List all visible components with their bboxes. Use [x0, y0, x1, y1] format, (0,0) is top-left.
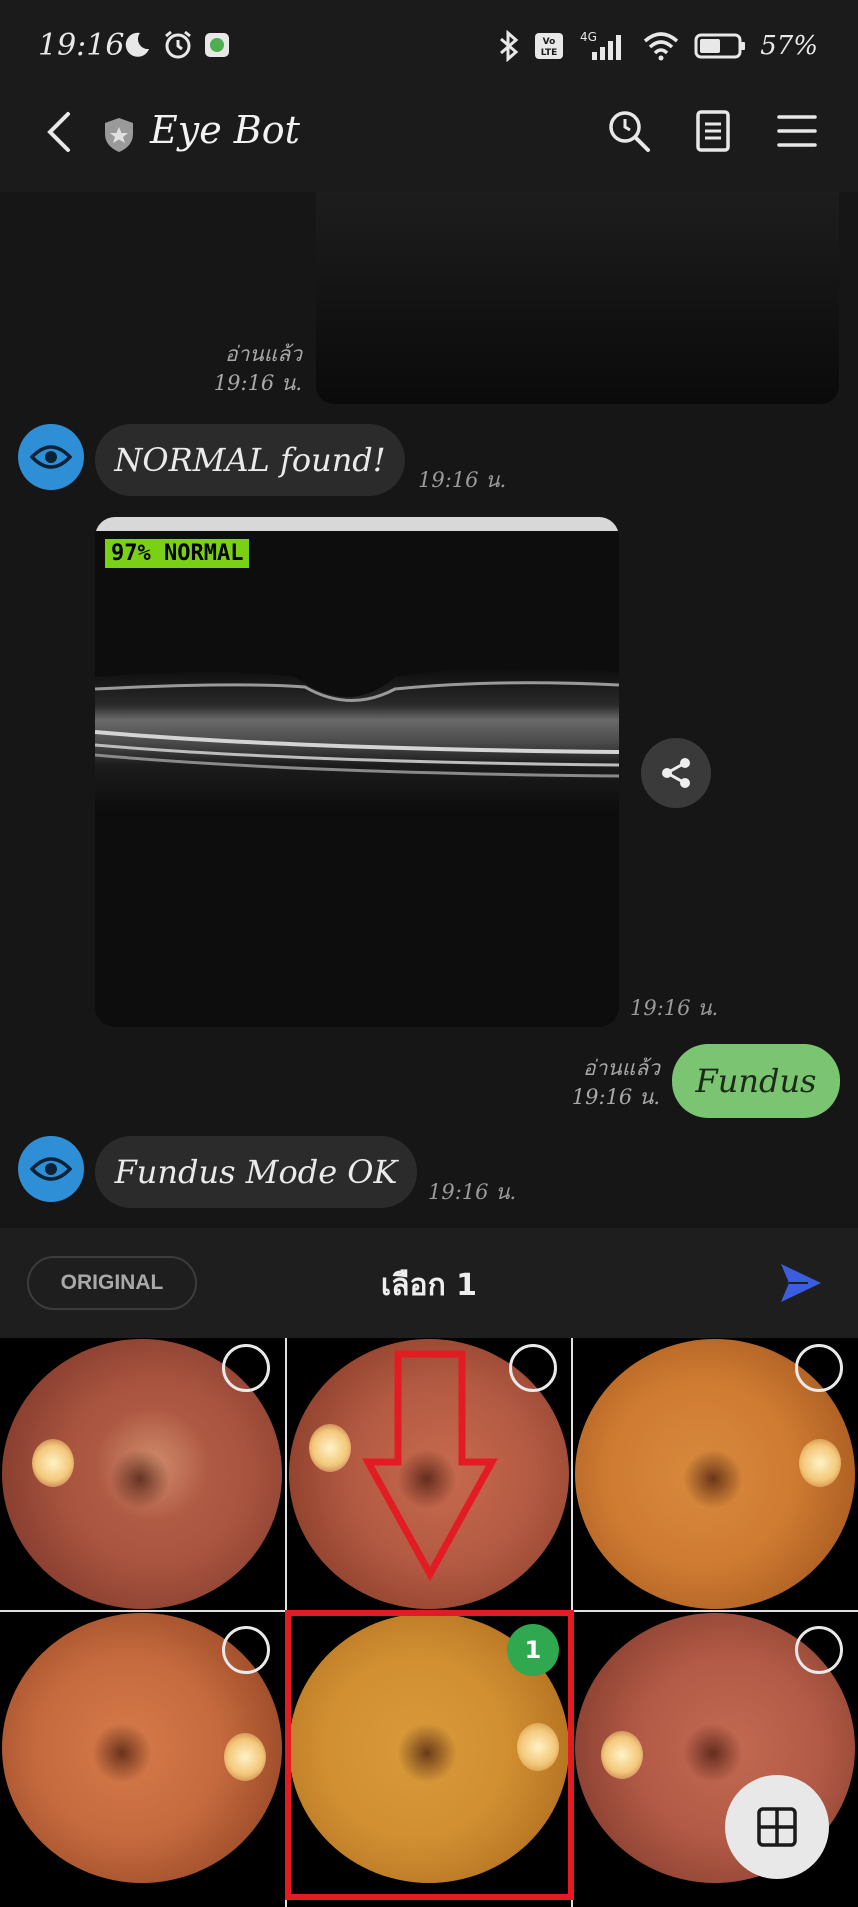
eye-icon: [30, 445, 72, 469]
share-icon: [662, 758, 690, 788]
selection-count: เลือก 1: [380, 1268, 478, 1303]
volte-icon: VoLTE: [535, 33, 564, 59]
user-read-receipt: อ่านแล้ว 19:16 น.: [540, 1054, 660, 1112]
battery-icon: [694, 33, 746, 59]
grid-icon: [757, 1807, 797, 1847]
bot-message-bubble[interactable]: NORMAL found!: [95, 424, 405, 496]
back-arrow-icon[interactable]: [40, 110, 80, 154]
photo-thumbnail[interactable]: [0, 1338, 284, 1610]
svg-text:4G: 4G: [580, 30, 597, 44]
selection-highlight-box: [285, 1610, 574, 1900]
previous-image-message[interactable]: [316, 192, 839, 404]
read-time: 19:16 น.: [213, 371, 302, 395]
read-receipt: อ่านแล้ว 19:16 น.: [190, 340, 302, 398]
wifi-icon: [644, 32, 679, 61]
search-icon[interactable]: [606, 108, 652, 154]
user-read-time: 19:16 น.: [571, 1085, 660, 1109]
gallery-grid-button[interactable]: [725, 1775, 829, 1879]
eye-icon: [30, 1157, 72, 1181]
user-read-label: อ่านแล้ว: [583, 1056, 660, 1080]
prediction-label: 97% NORMAL: [105, 539, 250, 568]
status-left-icons: [122, 28, 230, 62]
select-checkbox[interactable]: [509, 1344, 557, 1392]
photo-thumbnail[interactable]: [0, 1612, 284, 1884]
chat-area[interactable]: อ่านแล้ว 19:16 น. NORMAL found! 19:16 น.: [0, 192, 858, 1228]
verified-shield-icon: [105, 118, 133, 152]
bluetooth-icon: [500, 30, 519, 62]
select-checkbox[interactable]: [222, 1626, 270, 1674]
notes-icon[interactable]: [690, 108, 736, 154]
share-button[interactable]: [641, 738, 711, 808]
svg-text:LTE: LTE: [541, 48, 558, 58]
battery-percent: 57%: [760, 31, 818, 61]
user-message-bubble[interactable]: Fundus: [672, 1044, 840, 1118]
chat-title: Eye Bot: [150, 108, 300, 152]
select-checkbox[interactable]: [795, 1344, 843, 1392]
send-icon[interactable]: [778, 1260, 824, 1306]
signal-icon: 4G: [580, 30, 622, 60]
annotation-down-arrow-icon: [362, 1350, 498, 1582]
image-time: 19:16 น.: [630, 996, 719, 1020]
chat-header: Eye Bot: [0, 72, 858, 192]
oct-scan-graphic: [95, 668, 619, 817]
svg-text:Vo: Vo: [543, 37, 556, 47]
status-bar: 19:16 Vo LTE 4G 57%: [0, 0, 858, 72]
bot-avatar[interactable]: [18, 424, 84, 490]
read-label: อ่านแล้ว: [225, 342, 302, 366]
bot-avatar[interactable]: [18, 1136, 84, 1202]
media-picker-bar: ORIGINAL เลือก 1: [0, 1228, 858, 1338]
photo-thumbnail[interactable]: [573, 1338, 857, 1610]
alarm-icon: [165, 30, 191, 59]
oct-result-image[interactable]: 97% NORMAL: [95, 517, 619, 1027]
message-time: 19:16 น.: [428, 1180, 517, 1204]
status-right-icons: Vo LTE 4G 57%: [498, 28, 818, 64]
menu-icon[interactable]: [774, 108, 820, 154]
status-time: 19:16: [38, 28, 125, 63]
select-checkbox[interactable]: [222, 1344, 270, 1392]
select-checkbox[interactable]: [795, 1626, 843, 1674]
message-time: 19:16 น.: [418, 468, 507, 492]
bot-message-bubble[interactable]: Fundus Mode OK: [95, 1136, 417, 1208]
moon-icon: [125, 32, 149, 57]
app-notification-icon: [205, 33, 229, 57]
